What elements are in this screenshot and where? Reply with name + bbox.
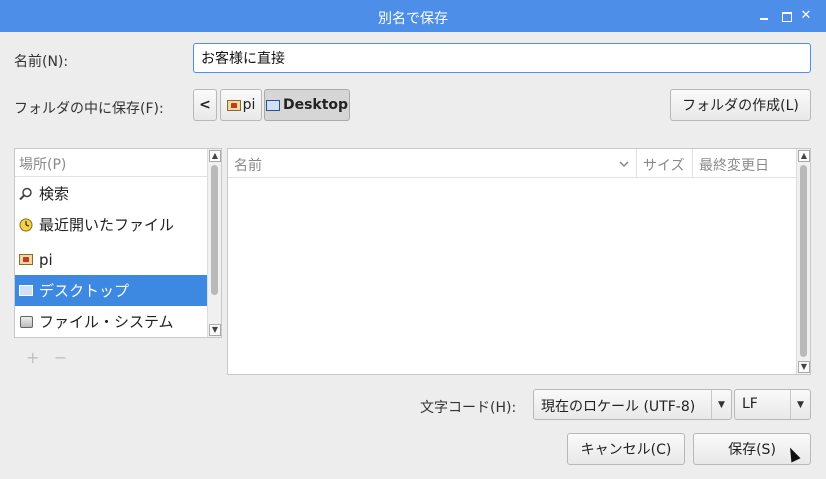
column-header-size[interactable]: サイズ xyxy=(637,149,693,178)
path-back-button[interactable]: < xyxy=(193,89,217,121)
home-folder-icon xyxy=(18,252,34,268)
file-list-scroll-thumb[interactable] xyxy=(800,165,807,357)
file-list: 名前 サイズ 最終変更日 ▲ ▼ xyxy=(227,148,811,375)
column-header-label: 名前 xyxy=(234,158,262,174)
column-header-label: 最終変更日 xyxy=(699,158,769,174)
column-header-name[interactable]: 名前 xyxy=(228,149,637,178)
home-folder-icon xyxy=(226,99,241,111)
chevron-down-icon xyxy=(619,157,629,171)
scroll-up-arrow-icon[interactable]: ▲ xyxy=(209,150,221,162)
place-item-label: ファイル・システム xyxy=(39,313,174,331)
place-item-desktop[interactable]: デスクトップ xyxy=(15,275,208,306)
close-button[interactable]: ✕ xyxy=(798,8,814,24)
path-crumb-desktop[interactable]: Desktop xyxy=(264,89,350,121)
place-item-recent[interactable]: 最近開いたファイル xyxy=(15,209,208,240)
save-in-folder-label: フォルダの中に保存(F): xyxy=(14,101,164,117)
place-item-search[interactable]: 検索 xyxy=(15,178,208,209)
name-label: 名前(N): xyxy=(14,54,69,70)
place-item-home[interactable]: pi xyxy=(15,244,208,275)
dropdown-arrow-icon: ▼ xyxy=(790,390,810,419)
dropdown-arrow-icon: ▼ xyxy=(711,390,731,419)
places-panel: 場所(P) 検索 最近開いたファイル pi デスクトップ ファイル・システム ▲… xyxy=(14,148,222,338)
places-scrollbar[interactable]: ▲ ▼ xyxy=(207,149,221,337)
maximize-button[interactable] xyxy=(778,8,794,24)
encoding-select[interactable]: 現在のロケール (UTF-8) ▼ xyxy=(533,389,732,420)
place-item-label: 最近開いたファイル xyxy=(39,216,175,234)
scroll-down-arrow-icon[interactable]: ▼ xyxy=(798,361,810,373)
encoding-value: 現在のロケール (UTF-8) xyxy=(541,399,696,415)
title-bar: 別名で保存 ✕ xyxy=(0,0,826,32)
cancel-button[interactable]: キャンセル(C) xyxy=(567,433,685,465)
window-title: 別名で保存 xyxy=(378,11,448,27)
scroll-up-arrow-icon[interactable]: ▲ xyxy=(798,150,810,162)
column-header-modified[interactable]: 最終変更日 xyxy=(693,149,798,178)
drive-icon xyxy=(18,314,34,330)
places-scroll-thumb[interactable] xyxy=(211,165,218,295)
desktop-icon xyxy=(265,99,280,111)
recent-icon xyxy=(18,217,34,233)
path-crumb-label: Desktop xyxy=(282,97,349,113)
place-item-label: デスクトップ xyxy=(39,282,130,300)
desktop-icon xyxy=(18,283,34,299)
place-item-filesystem[interactable]: ファイル・システム xyxy=(15,306,208,337)
add-place-button[interactable]: + xyxy=(26,348,39,367)
filename-input[interactable] xyxy=(193,43,811,73)
create-folder-button[interactable]: フォルダの作成(L) xyxy=(670,89,811,121)
minimize-button[interactable] xyxy=(756,8,772,24)
encoding-label: 文字コード(H): xyxy=(420,400,517,416)
column-header-label: サイズ xyxy=(643,158,685,174)
remove-place-button[interactable]: − xyxy=(54,348,67,367)
places-header[interactable]: 場所(P) xyxy=(15,149,208,177)
path-crumb-label: pi xyxy=(242,97,256,113)
place-item-label: 検索 xyxy=(39,185,70,203)
path-crumb-pi[interactable]: pi xyxy=(220,89,262,121)
scroll-down-arrow-icon[interactable]: ▼ xyxy=(209,324,221,336)
line-ending-value: LF xyxy=(742,396,758,412)
place-item-label: pi xyxy=(39,250,53,269)
line-ending-select[interactable]: LF ▼ xyxy=(734,389,811,420)
file-list-scrollbar[interactable]: ▲ ▼ xyxy=(796,149,810,374)
search-icon xyxy=(18,186,34,202)
